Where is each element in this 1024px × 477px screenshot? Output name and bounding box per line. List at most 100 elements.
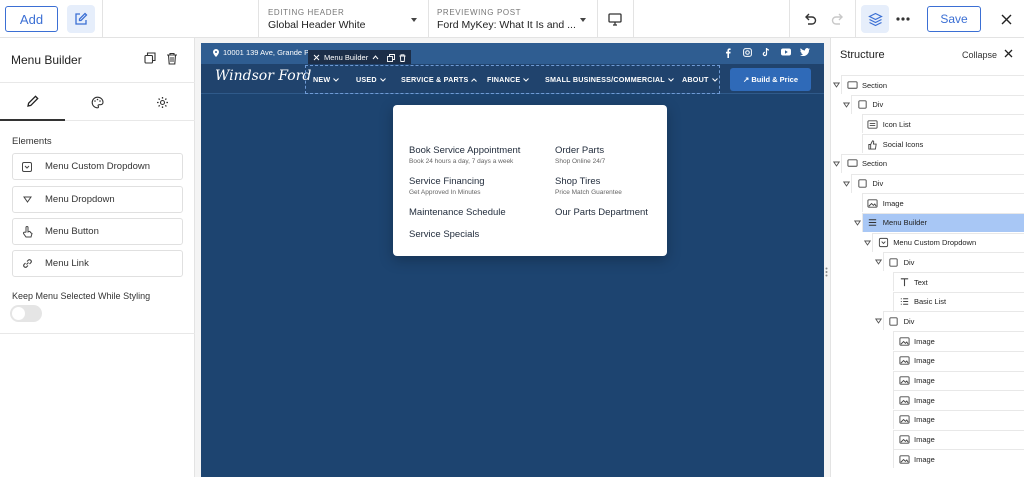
palette-icon [91,96,104,108]
dealer-logo[interactable]: Windsor Ford [215,68,311,84]
youtube-icon[interactable] [781,48,791,56]
tree-row-icon [898,375,910,386]
tree-row[interactable]: Image [893,331,1024,351]
tree-row[interactable]: Div [851,94,1024,114]
monitor-icon [608,12,622,26]
icon-list-icon [867,120,878,129]
trash-icon[interactable] [399,53,406,62]
tree-row[interactable]: Image [893,449,1024,469]
element-menu-dropdown[interactable]: Menu Dropdown [12,186,183,213]
tree-row-label: Image [914,435,935,445]
structure-toggle-button[interactable] [861,5,889,33]
more-options-button[interactable] [892,8,914,30]
element-label: Menu Dropdown [45,194,115,205]
tree-row[interactable]: Section [841,75,1024,94]
dropdown-link-service-specials[interactable]: Service Specials [409,229,479,240]
close-editor-button[interactable] [995,8,1017,30]
tree-row-icon [867,217,879,228]
tree-row-label: Text [914,277,928,287]
chevron-up-icon [372,55,379,60]
tree-expand-caret-icon[interactable] [853,220,861,226]
tab-style[interactable] [65,83,130,121]
tree-row[interactable]: Image [893,370,1024,390]
resize-handle[interactable] [823,265,830,279]
close-icon [1001,14,1011,24]
collapse-all-button[interactable]: Collapse [962,50,997,60]
element-menu-button[interactable]: Menu Button [12,218,183,245]
editing-header-select[interactable]: EDITING HEADER Global Header White [268,6,418,32]
dropdown-link-book-service[interactable]: Book Service Appointment Book 24 hours a… [409,145,520,165]
site-preview[interactable]: 10001 139 Ave, Grande P Menu Builder Win… [201,43,824,477]
twitter-icon[interactable] [800,48,810,56]
tree-row[interactable]: Social Icons [861,134,1024,154]
tree-row[interactable]: Section [841,153,1024,173]
tree-row-icon [867,119,879,130]
tree-row[interactable]: Basic List [893,291,1024,311]
redo-button[interactable] [827,8,849,30]
build-price-button[interactable]: ↗ Build & Price [730,68,811,91]
top-toolbar: Add EDITING HEADER Global Header White P… [0,0,1024,38]
tree-expand-caret-icon[interactable] [864,240,872,246]
dropdown-link-maintenance-schedule[interactable]: Maintenance Schedule [409,207,506,218]
dropdown-link-parts-department[interactable]: Our Parts Department [555,207,648,218]
responsive-view-button[interactable] [604,8,626,30]
add-button[interactable]: Add [5,6,58,32]
tree-row-icon [898,395,910,406]
dropdown-link-order-parts[interactable]: Order Parts Shop Online 24/7 [555,145,605,165]
tab-content[interactable] [0,83,65,121]
element-menu-link[interactable]: Menu Link [12,250,183,277]
tree-row-icon [898,454,910,465]
duplicate-element-button[interactable] [144,52,156,64]
tree-expand-caret-icon[interactable] [843,102,851,108]
instagram-icon[interactable] [743,48,752,57]
duplicate-icon[interactable] [387,53,396,62]
tree-expand-caret-icon[interactable] [833,161,840,167]
edit-button[interactable] [67,5,95,33]
tree-row[interactable]: Icon List [861,114,1024,134]
image-icon [898,455,910,464]
tree-row-label: Image [914,454,935,464]
div-icon [858,100,867,109]
close-structure-button[interactable] [1004,49,1013,58]
image-icon [898,356,910,365]
tree-row[interactable]: Div [882,252,1024,272]
tree-row[interactable]: Div [882,311,1024,331]
settings-tabs [0,82,195,121]
undo-button[interactable] [799,8,821,30]
previewing-post-select[interactable]: PREVIEWING POST Ford MyKey: What It Is a… [437,6,587,32]
element-menu-custom-dropdown[interactable]: Menu Custom Dropdown [12,153,183,180]
save-button[interactable]: Save [927,6,981,32]
dropdown-link-shop-tires[interactable]: Shop Tires Price Match Guarentee [555,176,622,196]
tiktok-icon[interactable] [762,48,770,57]
div-icon [889,258,898,267]
caret-down-icon [580,18,586,22]
triangle-down-icon [22,196,32,203]
delete-element-button[interactable] [166,52,178,65]
tree-row[interactable]: Text [893,272,1024,291]
tree-row-label: Basic List [914,297,947,307]
tree-row-icon [888,316,900,327]
dropdown-link-service-financing[interactable]: Service Financing Get Approved In Minute… [409,176,485,196]
tree-row[interactable]: Image [893,390,1024,410]
tree-row-label: Image [914,376,935,385]
tree-row[interactable]: Image [893,429,1024,449]
tree-expand-caret-icon[interactable] [843,181,851,187]
element-label: Menu Link [45,258,89,269]
tree-expand-caret-icon[interactable] [833,82,840,88]
caret-down-icon [411,18,417,22]
tree-row[interactable]: Div [851,173,1024,193]
keep-menu-selected-toggle[interactable] [10,305,42,322]
tree-row[interactable]: Menu Builder [861,212,1024,232]
tree-expand-caret-icon[interactable] [874,259,882,266]
tree-row-icon [898,277,910,288]
tree-expand-caret-icon[interactable] [874,318,882,325]
tree-row[interactable]: Image [893,350,1024,370]
tree-row[interactable]: Image [893,409,1024,429]
tab-advanced[interactable] [130,83,195,121]
tree-row[interactable]: Image [861,193,1024,213]
tree-row[interactable]: Menu Custom Dropdown [872,232,1024,252]
tree-row-label: Image [882,198,904,208]
previewing-post-value: Ford MyKey: What It Is and ... [437,19,576,31]
facebook-icon[interactable] [725,48,731,58]
menu-builder-selection-tag[interactable]: Menu Builder [308,50,412,65]
